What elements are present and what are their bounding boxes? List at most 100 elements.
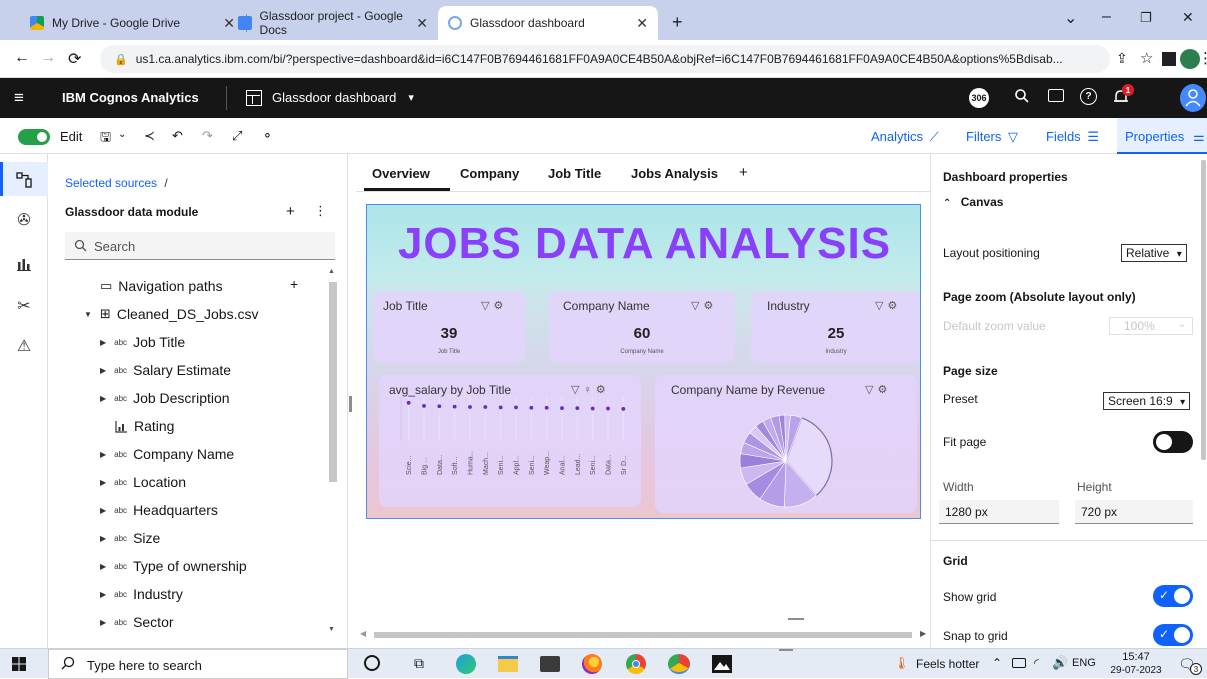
side-panel-icon[interactable] (1162, 52, 1176, 66)
field-item[interactable]: Rating (115, 412, 174, 440)
card-filter-icon[interactable]: ▽⚙ (691, 299, 717, 312)
url-field[interactable]: 🔒 us1.ca.analytics.ibm.com/bi/?perspecti… (100, 45, 1110, 73)
kpi-card-company-name[interactable]: Company Name ▽⚙ 60 Company Name (549, 291, 735, 363)
forward-arrow-icon[interactable]: → (40, 49, 56, 67)
task-view-icon[interactable]: ⧉ (414, 655, 424, 672)
visualizations-icon[interactable] (12, 252, 36, 276)
restore-icon[interactable]: ❐ (1140, 10, 1152, 26)
scatter-chart-card[interactable]: avg_salary by Job Title ▽♀⚙ Scie... Big .… (379, 375, 641, 507)
scatter-point[interactable] (606, 406, 610, 411)
kpi-card-industry[interactable]: Industry ▽⚙ 25 Industry (751, 291, 920, 363)
save-icon[interactable]: 🖫 (100, 128, 111, 150)
canvas-section-toggle[interactable]: ⌃ Canvas (943, 195, 1003, 209)
taskbar-search-input[interactable]: Type here to search (48, 649, 348, 679)
back-arrow-icon[interactable]: ← (14, 49, 30, 67)
reload-icon[interactable]: ⟳ (68, 49, 81, 69)
field-item[interactable]: ▶ abc Location (100, 468, 186, 496)
breadcrumb[interactable]: Selected sources / (65, 176, 168, 190)
csv-table-item[interactable]: ▼ ⊞ Cleaned_DS_Jobs.csv (84, 300, 258, 328)
share-link-icon[interactable]: ≺ (144, 128, 155, 144)
scatter-point[interactable] (575, 406, 580, 411)
scatter-point[interactable] (437, 404, 442, 409)
wifi-icon[interactable]: ◜ (1034, 656, 1039, 670)
undo-icon[interactable]: ↶ (172, 128, 183, 144)
chevron-down-icon[interactable]: ⌄ (118, 129, 126, 140)
card-filter-icon[interactable]: ▽⚙ (875, 299, 901, 312)
card-filter-icon[interactable]: ▽⚙ (481, 299, 507, 312)
properties-button[interactable]: Properties ⚌ (1117, 118, 1207, 154)
scatter-point[interactable] (468, 405, 472, 409)
volume-icon[interactable]: 🔊 (1052, 655, 1068, 671)
scatter-point[interactable] (544, 405, 549, 410)
navigation-paths-item[interactable]: ▭ Navigation paths (100, 272, 223, 300)
redo-icon[interactable]: ↷ (202, 128, 213, 144)
field-item[interactable]: ▶ abc Type of ownership (100, 552, 247, 580)
scatter-point[interactable] (498, 405, 503, 410)
dashboard-name-menu[interactable]: Glassdoor dashboard ▾ (272, 90, 414, 105)
pie-chart-card[interactable]: Company Name by Revenue ▽⚙ (655, 375, 917, 513)
tab-job-title[interactable]: Job Title (548, 166, 601, 181)
relationships-icon[interactable]: ⚬ (262, 128, 273, 144)
help-icon[interactable]: ? (1080, 88, 1097, 105)
widgets-icon[interactable]: ✂ (12, 294, 36, 318)
field-item[interactable]: ▶ abc Job Description (100, 384, 230, 412)
notification-count-badge[interactable]: 306 (969, 88, 989, 108)
field-item[interactable]: ▶ abc Size (100, 524, 160, 552)
scatter-point[interactable] (621, 407, 626, 411)
edit-toggle[interactable] (18, 129, 50, 145)
cortana-icon[interactable] (364, 655, 380, 671)
scatter-point[interactable] (514, 405, 518, 410)
canvas-resize-handle[interactable] (788, 618, 804, 620)
clock-date[interactable]: 29-07-2023 (1104, 665, 1168, 676)
fit-page-toggle[interactable] (1153, 431, 1193, 453)
close-tab-icon[interactable]: ✕ (416, 15, 428, 32)
snap-to-grid-toggle[interactable]: ✓ (1153, 624, 1193, 646)
user-avatar[interactable] (1180, 84, 1206, 112)
pin-icon[interactable]: ✇ (12, 208, 36, 232)
chrome-icon[interactable] (626, 654, 646, 674)
minimize-icon[interactable]: – (1102, 8, 1111, 26)
tab-company[interactable]: Company (460, 166, 519, 181)
weather-text[interactable]: Feels hotter (916, 657, 979, 671)
scatter-point[interactable] (590, 406, 595, 411)
field-item[interactable]: ▶ abc Sector (100, 608, 174, 636)
chat-icon[interactable] (1048, 89, 1064, 102)
layout-positioning-select[interactable]: Relative ▾ (1121, 244, 1187, 262)
field-item[interactable]: ▶ abc Headquarters (100, 496, 218, 524)
fields-button[interactable]: Fields ☰ (1046, 129, 1099, 145)
photos-icon[interactable] (712, 655, 732, 673)
add-tab-button[interactable]: + (739, 164, 748, 181)
tab-overview[interactable]: Overview (372, 166, 430, 181)
data-sources-icon[interactable] (12, 168, 36, 192)
chevron-up-icon[interactable]: ⌃ (992, 656, 1002, 670)
mail-icon[interactable] (540, 656, 560, 672)
edge-browser-icon[interactable] (456, 654, 476, 674)
filters-button[interactable]: Filters ▽ (966, 129, 1018, 145)
field-item[interactable]: ▶ abc Job Title (100, 328, 185, 356)
canvas-horizontal-scrollbar[interactable]: ◀ ▶ (356, 628, 930, 642)
browser-tab-docs[interactable]: Glassdoor project - Google Docs ✕ (228, 6, 438, 40)
chrome-profile-icon[interactable] (668, 654, 690, 674)
add-navigation-path-button[interactable]: + (290, 276, 298, 292)
more-menu-icon[interactable]: ⋮ (1198, 49, 1207, 67)
field-item[interactable]: ▶ abc Salary Estimate (100, 356, 231, 384)
chevron-down-icon[interactable]: ⌄ (1064, 8, 1077, 28)
battery-icon[interactable] (1012, 658, 1026, 668)
scatter-point[interactable] (452, 404, 457, 409)
new-tab-button[interactable]: + (672, 12, 683, 33)
kpi-card-job-title[interactable]: Job Title ▽⚙ 39 Job Title (373, 291, 525, 363)
weather-icon[interactable]: 🌡 (894, 656, 909, 670)
field-item[interactable]: ▶ abc Company Name (100, 440, 234, 468)
firefox-icon[interactable] (582, 654, 602, 674)
analytics-button[interactable]: Analytics ⟋ (871, 129, 939, 145)
search-icon[interactable] (1014, 88, 1030, 104)
overflow-menu-icon[interactable]: ⋮ (314, 203, 327, 219)
scatter-point[interactable] (483, 405, 488, 409)
show-grid-toggle[interactable]: ✓ (1153, 585, 1193, 607)
tab-jobs-analysis[interactable]: Jobs Analysis (631, 166, 718, 181)
close-window-icon[interactable]: ✕ (1182, 9, 1194, 26)
scatter-point[interactable] (406, 400, 411, 405)
fullscreen-icon[interactable]: ⤢ (232, 128, 242, 144)
scatter-point[interactable] (422, 403, 426, 408)
share-icon[interactable]: ⇪ (1116, 50, 1128, 67)
